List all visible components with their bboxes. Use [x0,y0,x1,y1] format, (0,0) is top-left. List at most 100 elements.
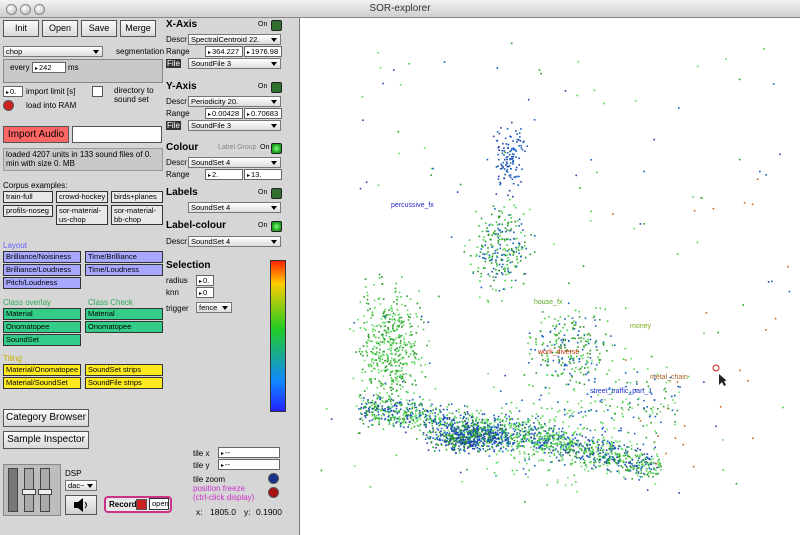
check-material[interactable]: Material [85,308,163,320]
category-browser-button[interactable]: Category Browser [3,409,89,427]
colour-min-input[interactable]: 2. [205,169,243,180]
labels-descr-menu[interactable]: SoundSet 4 [188,202,281,213]
xaxis-descr-menu[interactable]: SpectralCentroid 22. [188,34,281,45]
record-label: Record [109,500,137,509]
colour-on-label: On [260,144,270,151]
load-ram-label: load into RAM [26,101,77,110]
corpus-sor-material-bb[interactable]: sor-material-bb-chop [111,205,163,225]
check-onomatopee[interactable]: Onomatopee [85,321,163,333]
import-path-field[interactable] [72,126,162,143]
labels-toggle[interactable] [271,188,282,199]
tiling-soundset-strips[interactable]: SoundSet strips [85,364,163,376]
import-audio-button[interactable]: Import Audio [3,126,69,143]
corpus-birds-planes[interactable]: birds+planes [111,191,163,203]
load-ram-toggle[interactable] [3,100,14,111]
init-button[interactable]: Init [3,20,39,37]
overlay-soundset[interactable]: SoundSet [3,334,81,346]
import-limit-input[interactable]: 0. [3,86,23,97]
plot-label-percussive-fx: percussive_fx [391,202,434,209]
directory-label: directory to sound set [114,86,154,104]
plot-label-street-traffic: street_traffic_part_1 [590,388,653,395]
colour-range-label: Range [166,170,190,179]
layout-pitch-loudness[interactable]: Pitch/Loudness [3,277,81,289]
tile-y-label: tile y [193,461,210,470]
scatter-plot[interactable]: percussive_fx house_fx money work_divers… [299,18,800,535]
class-overlay-title: Class overlay [3,298,52,307]
knn-input[interactable]: 0 [196,287,214,298]
layout-time-brilliance[interactable]: Time/Brilliance [85,251,163,263]
xaxis-file-menu[interactable]: SoundFile 3 [188,58,281,69]
segmentation-menu[interactable]: chop [3,46,103,57]
yaxis-descr-label: Descr [166,97,187,106]
tiling-material-soundset[interactable]: Material/SoundSet [3,377,81,389]
save-button[interactable]: Save [81,20,117,37]
colour-toggle[interactable] [271,143,282,154]
colour-title: Colour [166,142,199,153]
speaker-icon[interactable] [65,495,97,515]
coord-x-value: 1805.0 [210,507,236,517]
coord-y-value: 0.1900 [256,507,282,517]
plot-label-metal-chain: metal_chain [650,374,688,381]
xaxis-range-label: Range [166,47,190,56]
xaxis-toggle[interactable] [271,20,282,31]
trigger-menu[interactable]: fence [196,302,232,313]
yaxis-toggle[interactable] [271,82,282,93]
record-panel: Record open [104,496,172,513]
scatter-points[interactable] [300,18,800,535]
gain-sliders[interactable] [3,464,61,516]
overlay-onomatopee[interactable]: Onomatopee [3,321,81,333]
every-unit: ms [68,63,79,72]
coord-x-label: x: [196,507,203,517]
layout-brilliance-loudness[interactable]: Brilliance/Loudness [3,264,81,276]
colour-max-input[interactable]: 13. [244,169,282,180]
merge-button[interactable]: Merge [120,20,156,37]
corpus-sor-material-us[interactable]: sor-material-us-chop [56,205,108,225]
overlay-material[interactable]: Material [3,308,81,320]
layout-brilliance-noisiness[interactable]: Brilliance/Noisiness [3,251,81,263]
tile-zoom-label: tile zoom [193,475,226,484]
tile-zoom-toggle[interactable] [268,473,279,484]
yaxis-range-label: Range [166,109,190,118]
dac-menu[interactable]: dac~ [65,480,97,491]
plot-label-money: money [630,323,652,330]
dsp-label: DSP [65,469,82,478]
corpus-profils-noseg[interactable]: profils-noseg [3,205,53,217]
window-title: SOR-explorer [369,3,431,14]
tile-y-input[interactable]: -- [218,459,280,470]
radius-input[interactable]: 0. [196,275,214,286]
record-button[interactable] [136,499,147,510]
position-freeze-toggle[interactable] [268,487,279,498]
title-bar: SOR-explorer [0,0,800,18]
colour-descr-menu[interactable]: SoundSet 4 [188,157,281,168]
record-open-button[interactable]: open [149,498,169,510]
yaxis-file-menu[interactable]: SoundFile 3 [188,120,281,131]
yaxis-max-input[interactable]: 0.70683 [244,108,282,119]
colour-group-label: Label Group [218,144,257,151]
tile-x-label: tile x [193,449,210,458]
yaxis-descr-menu[interactable]: Periodicity 20. [188,96,281,107]
label-colour-descr-menu[interactable]: SoundSet 4 [188,236,281,247]
import-status: loaded 4207 units in 133 sound files of … [3,148,163,171]
directory-checkbox[interactable] [92,86,103,97]
label-colour-toggle[interactable] [271,221,282,232]
tiling-soundfile-strips[interactable]: SoundFile strips [85,377,163,389]
layout-time-loudness[interactable]: Time/Loudness [85,264,163,276]
labels-on-label: On [258,189,268,196]
xaxis-on-label: On [258,21,268,28]
tile-x-input[interactable]: -- [218,447,280,458]
xaxis-max-input[interactable]: 1976.98 [244,46,282,57]
yaxis-min-input[interactable]: 0.00428 [205,108,243,119]
knn-label: knn [166,288,179,297]
xaxis-min-input[interactable]: 364.227 [205,46,243,57]
corpus-crowd-hockey[interactable]: crowd-hockey [56,191,108,203]
sample-inspector-button[interactable]: Sample Inspector [3,431,89,449]
selection-title: Selection [166,260,211,271]
corpus-train-full[interactable]: train-full [3,191,53,203]
position-freeze-hint: (ctrl-click display) [193,493,255,502]
colour-scale-bar [270,260,286,412]
tiling-material-onomatopee[interactable]: Material/Onomatopee [3,364,81,376]
open-button[interactable]: Open [42,20,78,37]
every-input[interactable]: 242 [32,62,66,73]
plot-label-work-diverse: work_diverse [538,349,580,356]
xaxis-file-label: File [166,59,181,68]
